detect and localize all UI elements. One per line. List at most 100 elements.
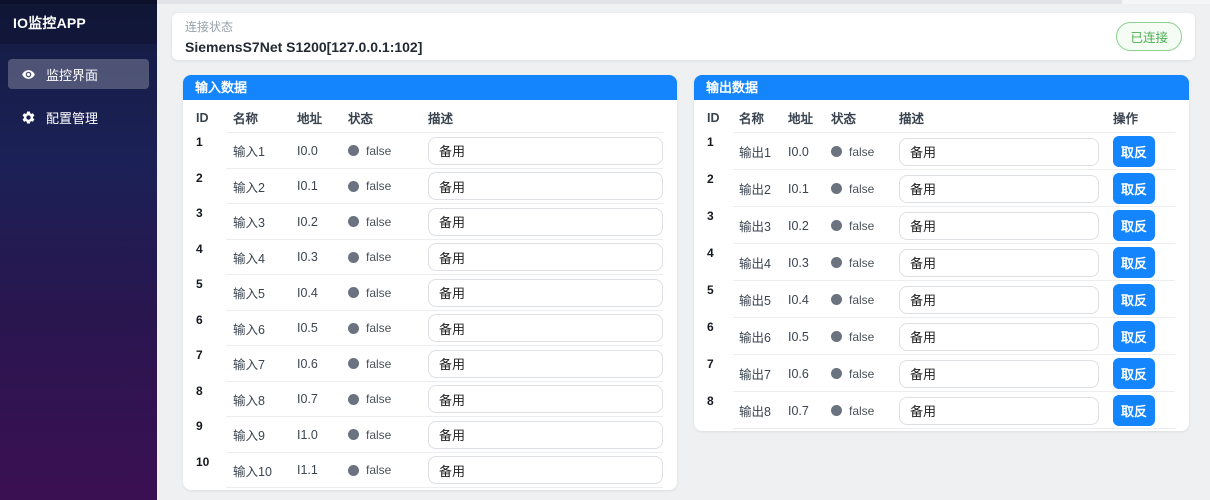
status-text: false (849, 366, 875, 381)
row-name: 输入4 (233, 251, 265, 266)
row-desc-cell (899, 285, 1113, 314)
desc-input[interactable] (428, 314, 663, 343)
top-edge-strip (157, 0, 1210, 4)
desc-input[interactable] (428, 136, 663, 165)
desc-input[interactable] (428, 420, 663, 449)
status-dot (831, 257, 842, 268)
status-text: false (366, 285, 392, 300)
output-table-body: 1 输出1 I0.0 false 取反 2 输出2 I0.1 false 取反 … (707, 133, 1177, 429)
row-name: 输入5 (233, 287, 265, 302)
desc-input[interactable] (899, 248, 1099, 277)
column-header: 描述 (899, 112, 925, 126)
row-status: false (348, 215, 428, 229)
row-name: 输出3 (739, 220, 771, 234)
desc-input[interactable] (428, 278, 663, 307)
row-action-cell: 取反 (1113, 210, 1177, 241)
desc-input[interactable] (899, 322, 1099, 351)
invert-button[interactable]: 取反 (1113, 358, 1155, 389)
status-text: false (849, 144, 875, 159)
row-id: 7 (196, 348, 203, 362)
row-address: I0.6 (297, 356, 318, 371)
row-name: 输入7 (233, 358, 265, 373)
status-text: false (366, 143, 392, 158)
row-id: 3 (196, 206, 203, 220)
column-header: 地址 (297, 112, 323, 126)
row-address: I0.6 (788, 366, 809, 381)
row-address: I0.3 (297, 250, 318, 265)
connection-card: 连接状态 SiemensS7Net S1200[127.0.0.1:102] 已… (172, 13, 1195, 60)
invert-button[interactable]: 取反 (1113, 136, 1155, 167)
status-text: false (849, 292, 875, 307)
column-header: 状态 (831, 112, 857, 126)
row-desc-cell (428, 456, 665, 485)
status-text: false (849, 255, 875, 270)
desc-input[interactable] (428, 385, 663, 414)
desc-input[interactable] (428, 172, 663, 201)
row-id: 8 (196, 383, 203, 398)
row-desc-cell (899, 248, 1113, 277)
sidebar-item-label: 配置管理 (46, 110, 99, 126)
row-desc-cell (899, 396, 1113, 425)
row-address: I0.4 (297, 285, 318, 300)
output-table-header: ID 名称 地址 状态 描述 操作 (707, 102, 1177, 133)
row-desc-cell (899, 137, 1113, 166)
row-id: 2 (196, 170, 203, 185)
row-id: 9 (196, 419, 203, 433)
main-content: 连接状态 SiemensS7Net S1200[127.0.0.1:102] 已… (157, 0, 1210, 500)
table-row: 2 输出2 I0.1 false 取反 (707, 170, 1177, 207)
invert-button[interactable]: 取反 (1113, 395, 1155, 426)
row-address: I0.7 (297, 392, 318, 407)
row-name: 输入3 (233, 216, 265, 231)
desc-input[interactable] (899, 396, 1099, 425)
sidebar-item-config[interactable]: 配置管理 (8, 102, 149, 132)
row-status: false (831, 182, 899, 196)
input-data-panel: 输入数据 ID 名称 地址 状态 描述 1 输入1 I0.0 false 2 输… (183, 75, 677, 490)
desc-input[interactable] (899, 137, 1099, 166)
row-status: false (348, 463, 428, 477)
panels-row: 输入数据 ID 名称 地址 状态 描述 1 输入1 I0.0 false 2 输… (183, 75, 1195, 490)
desc-input[interactable] (428, 349, 663, 378)
row-action-cell: 取反 (1113, 284, 1177, 315)
desc-input[interactable] (899, 285, 1099, 314)
row-name: 输入10 (233, 464, 272, 479)
connected-badge: 已连接 (1116, 22, 1182, 51)
row-id: 6 (196, 312, 203, 327)
sidebar-item-label: 监控界面 (46, 67, 99, 83)
status-text: false (849, 403, 875, 418)
row-desc-cell (428, 243, 665, 272)
status-dot (348, 464, 359, 476)
invert-button[interactable]: 取反 (1113, 173, 1155, 204)
table-row: 8 输入8 I0.7 false (196, 382, 665, 418)
row-address: I0.3 (788, 255, 809, 270)
row-address: I0.5 (788, 329, 809, 344)
row-status: false (348, 179, 428, 193)
invert-button[interactable]: 取反 (1113, 284, 1155, 315)
row-desc-cell (899, 359, 1113, 388)
desc-input[interactable] (428, 456, 663, 485)
sidebar-item-monitor[interactable]: 监控界面 (8, 59, 149, 89)
invert-button[interactable]: 取反 (1113, 210, 1155, 241)
row-name: 输出4 (739, 257, 771, 271)
desc-input[interactable] (899, 174, 1099, 203)
input-table-header: ID 名称 地址 状态 描述 (196, 102, 665, 133)
row-id: 5 (707, 283, 714, 297)
desc-input[interactable] (428, 207, 663, 236)
row-status: false (831, 145, 899, 159)
status-dot (348, 251, 359, 263)
row-address: I1.0 (297, 427, 318, 442)
table-row: 8 输出8 I0.7 false 取反 (707, 392, 1177, 429)
invert-button[interactable]: 取反 (1113, 321, 1155, 352)
output-panel-body: ID 名称 地址 状态 描述 操作 1 输出1 I0.0 false 取反 2 … (694, 100, 1189, 431)
desc-input[interactable] (899, 359, 1099, 388)
status-dot (831, 183, 842, 194)
column-header: 地址 (788, 112, 814, 126)
column-header: ID (196, 110, 209, 125)
desc-input[interactable] (428, 243, 663, 272)
row-desc-cell (428, 278, 665, 307)
invert-button[interactable]: 取反 (1113, 247, 1155, 278)
table-row: 1 输出1 I0.0 false 取反 (707, 133, 1177, 170)
table-row: 6 输入6 I0.5 false (196, 311, 665, 347)
status-dot (348, 322, 359, 334)
status-text: false (366, 463, 392, 478)
desc-input[interactable] (899, 211, 1099, 240)
